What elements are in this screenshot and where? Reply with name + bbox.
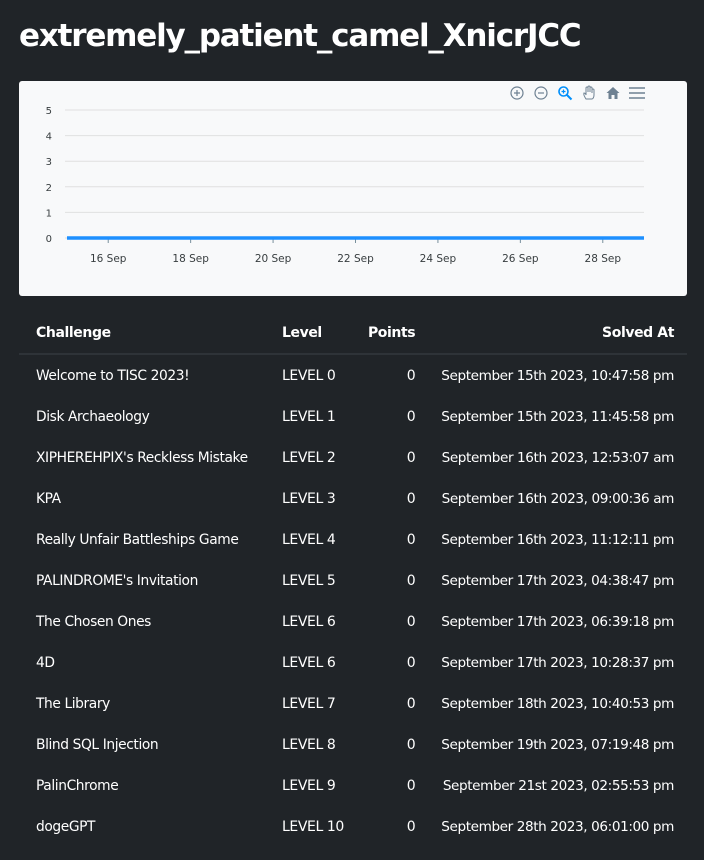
- level-cell: LEVEL 8: [282, 736, 336, 753]
- zoom-out-icon[interactable]: [531, 83, 551, 103]
- points-cell: 0: [406, 531, 416, 548]
- level-cell: LEVEL 4: [282, 531, 336, 548]
- challenge-cell: dogeGPT: [36, 818, 96, 835]
- solved-at-cell: September 17th 2023, 04:38:47 pm: [441, 572, 674, 589]
- y-tick-label: 5: [46, 106, 52, 117]
- menu-icon[interactable]: [627, 83, 647, 103]
- points-cell: 0: [406, 613, 416, 630]
- challenge-cell: 4D: [36, 654, 55, 671]
- y-tick-label: 1: [46, 208, 52, 219]
- table-row[interactable]: Blind SQL Injection LEVEL 8 0 September 19t…: [19, 724, 687, 765]
- y-tick-label: 3: [46, 157, 52, 168]
- table-row[interactable]: The Library LEVEL 7 0 September 18th 2023, …: [19, 683, 687, 724]
- solved-at-cell: September 16th 2023, 11:12:11 pm: [441, 531, 674, 548]
- challenge-cell: PalinChrome: [36, 777, 119, 794]
- table-row[interactable]: dogeGPT LEVEL 10 0 September 28th 2023, 06:…: [19, 806, 687, 847]
- solved-at-cell: September 16th 2023, 09:00:36 am: [441, 490, 675, 507]
- y-tick-label: 4: [46, 132, 52, 143]
- table-row[interactable]: XIPHEREHPIX's Reckless Mistake LEVEL 2 0 Se…: [19, 437, 687, 478]
- column-header-level[interactable]: Level: [270, 312, 356, 355]
- solved-at-cell: September 16th 2023, 12:53:07 am: [441, 449, 675, 466]
- zoom-in-icon[interactable]: [507, 83, 527, 103]
- challenge-cell: Disk Archaeology: [36, 408, 150, 425]
- page-title: extremely_patient_camel_XnicrJCC: [19, 18, 582, 54]
- challenge-cell: XIPHEREHPIX's Reckless Mistake: [36, 449, 248, 466]
- y-tick-label: 2: [46, 183, 52, 194]
- level-cell: LEVEL 5: [282, 572, 336, 589]
- table-row[interactable]: KPA LEVEL 3 0 September 16th 2023, 09:00:36…: [19, 478, 687, 519]
- challenge-cell: KPA: [36, 490, 61, 507]
- selection-zoom-icon[interactable]: [555, 83, 575, 103]
- solved-at-cell: September 19th 2023, 07:19:48 pm: [441, 736, 674, 753]
- column-header-points[interactable]: Points: [355, 312, 428, 355]
- solves-table: Challenge Level Points Solved At Welcome…: [19, 312, 687, 847]
- x-tick-label: 28 Sep: [585, 253, 622, 265]
- table-row[interactable]: The Chosen Ones LEVEL 6 0 September 17th 20…: [19, 601, 687, 642]
- challenge-cell: Really Unfair Battleships Game: [36, 531, 239, 548]
- x-tick-label: 16 Sep: [90, 253, 127, 265]
- level-cell: LEVEL 9: [282, 777, 336, 794]
- score-chart: 0 1 2 3 4 5 16 Sep 18 Sep 20 Sep 22 Sep 24 Sep 26 S…: [19, 81, 687, 296]
- challenge-cell: Blind SQL Injection: [36, 736, 159, 753]
- reset-zoom-home-icon[interactable]: [603, 83, 623, 103]
- level-cell: LEVEL 3: [282, 490, 336, 507]
- solved-at-cell: September 17th 2023, 06:39:18 pm: [441, 613, 674, 630]
- solved-at-cell: September 15th 2023, 10:47:58 pm: [441, 367, 674, 384]
- points-cell: 0: [406, 818, 416, 835]
- challenge-cell: PALINDROME's Invitation: [36, 572, 198, 589]
- solved-at-cell: September 28th 2023, 06:01:00 pm: [441, 818, 674, 835]
- table-header-row: Challenge Level Points Solved At: [19, 312, 687, 355]
- points-cell: 0: [406, 777, 416, 794]
- y-tick-label: 0: [46, 234, 52, 245]
- points-cell: 0: [406, 449, 416, 466]
- level-cell: LEVEL 0: [282, 367, 336, 384]
- level-cell: LEVEL 6: [282, 613, 336, 630]
- level-cell: LEVEL 7: [282, 695, 336, 712]
- x-tick-label: 24 Sep: [420, 253, 457, 265]
- solved-at-cell: September 18th 2023, 10:40:53 pm: [441, 695, 674, 712]
- x-tick-label: 26 Sep: [502, 253, 539, 265]
- x-tick-label: 18 Sep: [172, 253, 209, 265]
- table-row[interactable]: Disk Archaeology LEVEL 1 0 September 15th 2…: [19, 396, 687, 437]
- level-cell: LEVEL 1: [282, 408, 336, 425]
- points-cell: 0: [406, 654, 416, 671]
- column-header-challenge[interactable]: Challenge: [19, 312, 270, 355]
- table-row[interactable]: PALINDROME's Invitation LEVEL 5 0 September…: [19, 560, 687, 601]
- points-cell: 0: [406, 367, 416, 384]
- table-row[interactable]: Welcome to TISC 2023! LEVEL 0 0 September 1…: [19, 354, 687, 396]
- points-cell: 0: [406, 695, 416, 712]
- points-cell: 0: [406, 408, 416, 425]
- table-row[interactable]: 4D LEVEL 6 0 September 17th 2023, 10:28:37 …: [19, 642, 687, 683]
- level-cell: LEVEL 6: [282, 654, 336, 671]
- solved-at-cell: September 17th 2023, 10:28:37 pm: [441, 654, 674, 671]
- points-cell: 0: [406, 490, 416, 507]
- solved-at-cell: September 21st 2023, 02:55:53 pm: [442, 777, 675, 794]
- level-cell: LEVEL 10: [282, 818, 344, 835]
- x-tick-label: 22 Sep: [337, 253, 374, 265]
- chart-toolbar: [507, 83, 647, 103]
- x-tick-label: 20 Sep: [255, 253, 292, 265]
- chart-svg: 0 1 2 3 4 5 16 Sep 18 Sep 20 Sep 22 Sep 24 Sep 26 S…: [46, 106, 644, 265]
- challenge-cell: The Chosen Ones: [36, 613, 151, 630]
- challenge-cell: Welcome to TISC 2023!: [36, 367, 190, 384]
- table-row[interactable]: Really Unfair Battleships Game LEVEL 4 0 Se…: [19, 519, 687, 560]
- pan-icon[interactable]: [579, 83, 599, 103]
- points-cell: 0: [406, 572, 416, 589]
- table-row[interactable]: PalinChrome LEVEL 9 0 September 21st 2023, …: [19, 765, 687, 806]
- solved-at-cell: September 15th 2023, 11:45:58 pm: [441, 408, 674, 425]
- column-header-solved-at[interactable]: Solved At: [427, 312, 687, 355]
- level-cell: LEVEL 2: [282, 449, 336, 466]
- challenge-cell: The Library: [36, 695, 110, 712]
- points-cell: 0: [406, 736, 416, 753]
